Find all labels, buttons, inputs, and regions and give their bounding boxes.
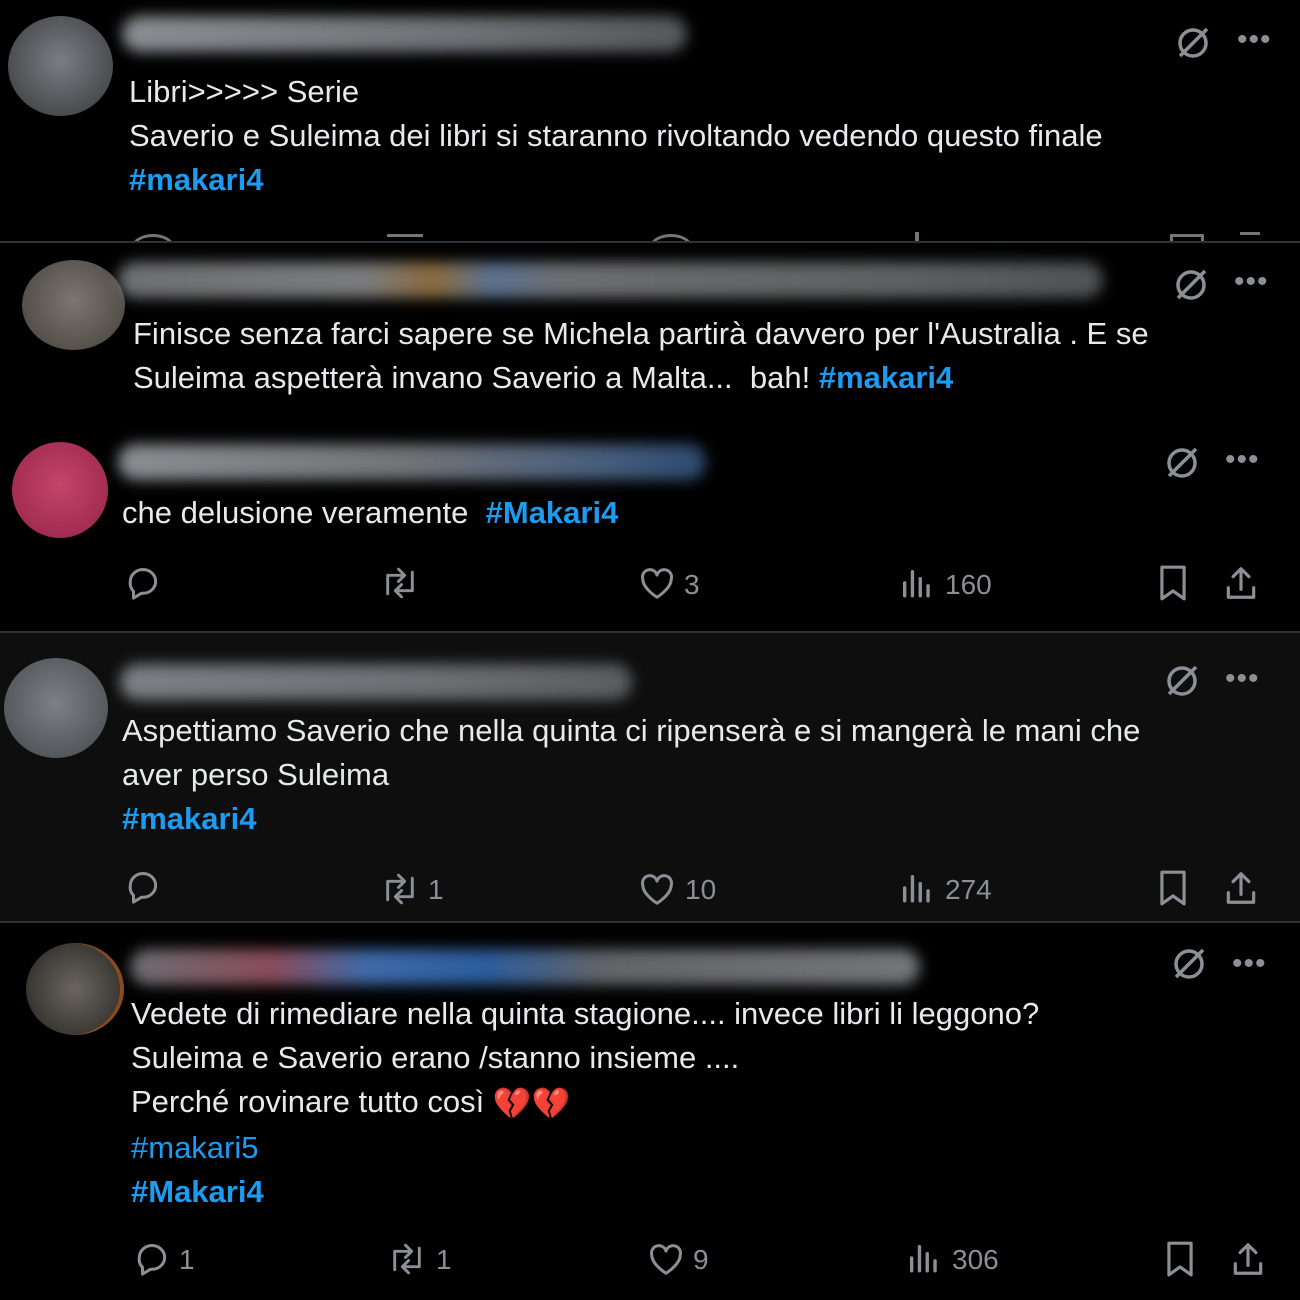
post-text: Vedete di rimediare nella quinta stagion… <box>131 992 1271 1214</box>
hashtag-link[interactable]: #Makari4 <box>131 1174 264 1209</box>
author-name-blurred[interactable] <box>122 16 687 52</box>
more-icon[interactable]: ••• <box>1232 949 1267 979</box>
more-icon[interactable]: ••• <box>1225 664 1260 694</box>
more-icon[interactable]: ••• <box>1237 25 1272 55</box>
avatar[interactable] <box>8 16 113 116</box>
post-3[interactable]: ••• che delusione veramente #Makari4 3 1… <box>0 420 1300 631</box>
repost-icon[interactable] <box>387 1240 427 1278</box>
avatar[interactable] <box>22 260 125 350</box>
post-text-segment: Libri>>>>> Serie <box>129 74 360 109</box>
more-icon[interactable]: ••• <box>1234 267 1269 297</box>
post-5[interactable]: ••• Vedete di rimediare nella quinta sta… <box>0 923 1300 1300</box>
hashtag-link[interactable]: #makari4 <box>129 162 263 197</box>
post-text-line: Libri>>>>> Serie <box>129 70 1249 114</box>
share-icon[interactable] <box>1222 564 1260 602</box>
views-icon[interactable] <box>899 566 933 600</box>
hashtag-link[interactable]: #makari5 <box>131 1130 259 1165</box>
reply-icon[interactable] <box>124 868 162 906</box>
hashtag-link[interactable]: #makari4 <box>819 360 953 395</box>
bookmark-icon[interactable] <box>1155 869 1191 907</box>
views-count: 274 <box>945 874 992 905</box>
like-icon[interactable] <box>638 871 676 907</box>
post-text-segment: che delusione veramente <box>122 495 486 530</box>
post-text-line: #makari4 <box>129 158 1249 202</box>
grok-icon[interactable] <box>1163 444 1201 482</box>
post-text-segment: Aspettiamo Saverio che nella quinta ci r… <box>122 713 1141 748</box>
avatar[interactable] <box>4 658 108 758</box>
like-count: 9 <box>693 1244 709 1275</box>
post-text-line: Perché rovinare tutto così 💔💔 <box>131 1080 1271 1126</box>
avatar[interactable] <box>26 943 124 1035</box>
grok-icon[interactable] <box>1163 662 1201 700</box>
views-count: 306 <box>952 1244 999 1275</box>
like-count: 10 <box>685 874 717 905</box>
avatar[interactable] <box>12 442 108 538</box>
post-text: che delusione veramente #Makari4 <box>122 491 1262 535</box>
like-icon[interactable] <box>647 1241 685 1277</box>
post-text-line: Suleima aspetterà invano Saverio a Malta… <box>133 356 1273 400</box>
bookmark-icon[interactable] <box>1162 1240 1198 1278</box>
post-text-segment: aver perso Suleima <box>122 757 390 792</box>
reply-icon[interactable] <box>124 564 162 602</box>
post-text: Libri>>>>> Serie Saverio e Suleima dei li… <box>129 70 1249 202</box>
post-2[interactable]: ••• Finisce senza farci sapere se Michel… <box>0 243 1300 420</box>
views-icon[interactable] <box>899 871 933 905</box>
reply-count: 1 <box>179 1244 195 1275</box>
views-icon[interactable] <box>906 1241 940 1275</box>
hashtag-link[interactable]: #Makari4 <box>486 495 619 530</box>
post-text-segment: Perché rovinare tutto così <box>131 1084 493 1119</box>
post-text-line: Suleima e Saverio erano /stanno insieme … <box>131 1036 1271 1080</box>
post-text-segment: Finisce senza farci sapere se Michela pa… <box>133 316 1149 351</box>
author-name-blurred[interactable] <box>118 262 1103 298</box>
post-text-segment: Suleima aspetterà invano Saverio a Malta… <box>133 360 819 395</box>
grok-icon[interactable] <box>1174 24 1212 62</box>
grok-icon[interactable] <box>1172 266 1210 304</box>
post-text-segment: Vedete di rimediare nella quinta stagion… <box>131 996 1040 1031</box>
post-text-line: aver perso Suleima <box>122 753 1262 797</box>
like-icon[interactable] <box>638 565 676 601</box>
post-text-line: Vedete di rimediare nella quinta stagion… <box>131 992 1271 1036</box>
repost-icon[interactable] <box>380 870 420 908</box>
hashtag-link[interactable]: #makari4 <box>122 801 256 836</box>
bookmark-icon[interactable] <box>1155 564 1191 602</box>
post-text-segment: Suleima e Saverio erano /stanno insieme … <box>131 1040 740 1075</box>
like-count: 3 <box>684 569 700 600</box>
post-text-line: #makari5 <box>131 1126 1271 1170</box>
reply-icon[interactable] <box>133 1240 171 1278</box>
grok-icon[interactable] <box>1170 945 1208 983</box>
author-name-blurred[interactable] <box>120 664 632 700</box>
post-text-line: Finisce senza farci sapere se Michela pa… <box>133 312 1273 356</box>
post-text-line: #Makari4 <box>131 1170 1271 1214</box>
repost-count: 1 <box>428 874 444 905</box>
post-text: Aspettiamo Saverio che nella quinta ci r… <box>122 709 1262 841</box>
post-1[interactable]: ••• Libri>>>>> Serie Saverio e Suleima de… <box>0 0 1300 241</box>
views-count: 160 <box>945 569 992 600</box>
share-icon[interactable] <box>1229 1240 1267 1278</box>
post-text-line: che delusione veramente #Makari4 <box>122 491 1262 535</box>
post-4[interactable]: ••• Aspettiamo Saverio che nella quinta … <box>0 633 1300 921</box>
post-text: Finisce senza farci sapere se Michela pa… <box>133 312 1273 400</box>
broken-heart-emoji: 💔💔 <box>492 1085 571 1121</box>
author-name-blurred[interactable] <box>118 444 706 480</box>
post-text-line: Saverio e Suleima dei libri si staranno … <box>129 114 1249 158</box>
share-icon[interactable] <box>1222 869 1260 907</box>
post-text-line: Aspettiamo Saverio che nella quinta ci r… <box>122 709 1262 753</box>
post-text-segment: Saverio e Suleima dei libri si staranno … <box>129 118 1103 153</box>
author-name-blurred[interactable] <box>130 949 920 985</box>
post-text-line: #makari4 <box>122 797 1262 841</box>
repost-icon[interactable] <box>380 564 420 602</box>
more-icon[interactable]: ••• <box>1225 445 1260 475</box>
repost-count: 1 <box>436 1244 452 1275</box>
action-bar-partial <box>130 230 1270 241</box>
